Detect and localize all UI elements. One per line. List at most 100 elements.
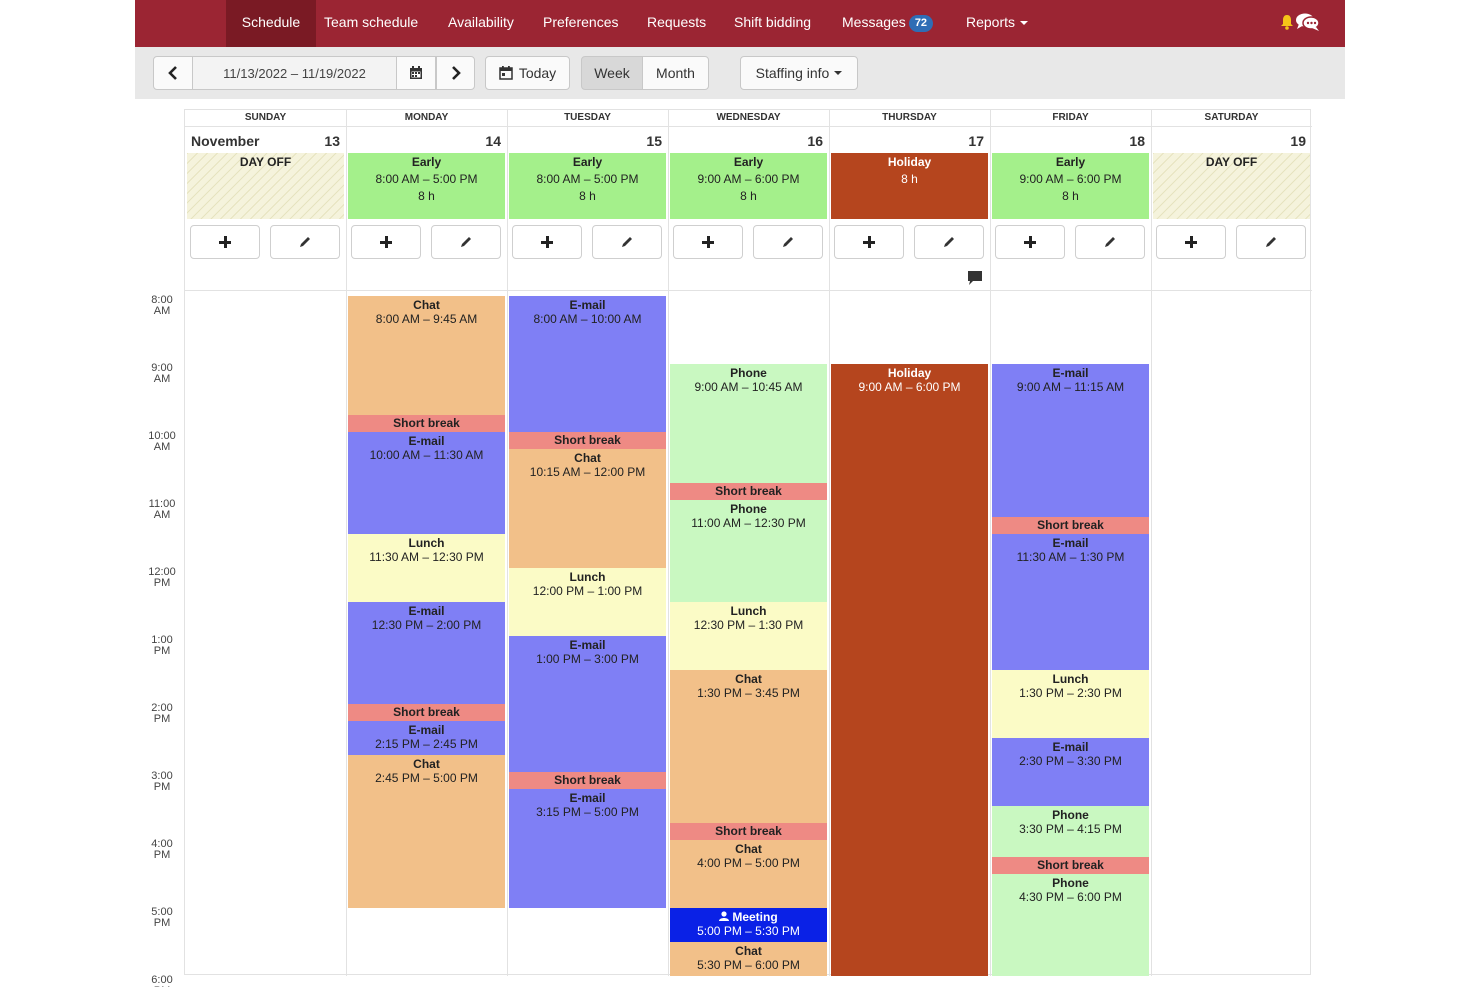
chat-event[interactable]: Chat 5:30 PM – 6:00 PM [670,942,827,976]
chat-event[interactable]: Chat 8:00 AM – 9:45 AM [348,296,505,415]
shift-block-tuesday[interactable]: Early 8:00 AM – 5:00 PM 8 h [509,153,666,219]
day-number[interactable]: 17 [829,133,984,149]
day-number[interactable]: 13 [185,133,340,149]
email-event[interactable]: E-mail 11:30 AM – 1:30 PM [992,534,1149,670]
event-title: Chat [509,451,666,465]
chat-event[interactable]: Chat 2:45 PM – 5:00 PM [348,755,505,908]
event-title: E-mail [992,366,1149,380]
event-title: Phone [670,366,827,380]
meeting-event[interactable]: Meeting 5:00 PM – 5:30 PM [670,908,827,942]
add-shift-button[interactable] [1156,225,1226,259]
hour-label: 3:00 PM [146,771,178,793]
edit-shift-button[interactable] [1075,225,1145,259]
nav-availability[interactable]: Availability [448,0,514,47]
hour-label-meridiem: PM [153,577,171,589]
phone-event[interactable]: Phone 3:30 PM – 4:15 PM [992,806,1149,857]
add-shift-button[interactable] [673,225,743,259]
shift-block-monday[interactable]: Early 8:00 AM – 5:00 PM 8 h [348,153,505,219]
shift-block-saturday[interactable]: DAY OFF [1153,153,1310,219]
short-break-event[interactable]: Short break [670,823,827,840]
edit-shift-button[interactable] [753,225,823,259]
lunch-event[interactable]: Lunch 12:00 PM – 1:00 PM [509,568,666,636]
shift-time: 8:00 AM – 5:00 PM [375,172,478,186]
shift-block-sunday[interactable]: DAY OFF [187,153,344,219]
short-break-event[interactable]: Short break [670,483,827,500]
comment-icon[interactable] [966,270,984,286]
email-event[interactable]: E-mail 9:00 AM – 11:15 AM [992,364,1149,517]
email-event[interactable]: E-mail 8:00 AM – 10:00 AM [509,296,666,432]
email-event[interactable]: E-mail 10:00 AM – 11:30 AM [348,432,505,534]
shift-block-wednesday[interactable]: Early 9:00 AM – 6:00 PM 8 h [670,153,827,219]
chat-event[interactable]: Chat 4:00 PM – 5:00 PM [670,840,827,908]
nav-schedule[interactable]: Schedule [226,0,316,47]
phone-event[interactable]: Phone 9:00 AM – 10:45 AM [670,364,827,483]
email-event[interactable]: E-mail 2:30 PM – 3:30 PM [992,738,1149,806]
plus-icon [863,236,875,248]
add-shift-button[interactable] [512,225,582,259]
day-number[interactable]: 16 [668,133,823,149]
edit-shift-button[interactable] [431,225,501,259]
day-number[interactable]: 14 [346,133,501,149]
email-event[interactable]: E-mail 2:15 PM – 2:45 PM [348,721,505,755]
lunch-event[interactable]: Lunch 12:30 PM – 1:30 PM [670,602,827,670]
add-shift-button[interactable] [995,225,1065,259]
email-event[interactable]: E-mail 12:30 PM – 2:00 PM [348,602,505,704]
edit-shift-button[interactable] [592,225,662,259]
event-title-text: E-mail [408,604,445,618]
event-time: 1:30 PM – 3:45 PM [697,686,800,700]
phone-event[interactable]: Phone 4:30 PM – 6:00 PM [992,874,1149,976]
chat-event[interactable]: Chat 10:15 AM – 12:00 PM [509,449,666,568]
nav-preferences[interactable]: Preferences [543,0,618,47]
event-title: Short break [509,433,666,447]
short-break-event[interactable]: Short break [509,432,666,449]
edit-shift-button[interactable] [914,225,984,259]
holiday-event[interactable]: Holiday 9:00 AM – 6:00 PM [831,364,988,976]
add-shift-button[interactable] [351,225,421,259]
today-button[interactable]: Today [485,56,570,90]
event-title: Chat [348,757,505,771]
event-title-text: Lunch [408,536,445,550]
day-number[interactable]: 15 [507,133,662,149]
add-shift-button[interactable] [190,225,260,259]
week-calendar: November SUNDAY 13 DAY OFF MONDAY 14 Early 8:00… [184,109,1312,976]
phone-event[interactable]: Phone 11:00 AM – 12:30 PM [670,500,827,602]
short-break-event[interactable]: Short break [509,772,666,789]
chat-event[interactable]: Chat 1:30 PM – 3:45 PM [670,670,827,823]
hour-label-meridiem: AM [153,441,171,453]
short-break-event[interactable]: Short break [992,857,1149,874]
lunch-event[interactable]: Lunch 11:30 AM – 12:30 PM [348,534,505,602]
short-break-event[interactable]: Short break [348,704,505,721]
next-week-button[interactable] [436,56,475,90]
nav-team-schedule[interactable]: Team schedule [324,0,418,47]
event-title: Short break [348,416,505,430]
email-event[interactable]: E-mail 1:00 PM – 3:00 PM [509,636,666,772]
day-header-divider [185,126,1312,127]
event-title-text: Short break [715,484,782,498]
shift-block-thursday[interactable]: Holiday 8 h [831,153,988,219]
nav-messages[interactable]: Messages 72 [842,0,934,47]
edit-shift-button[interactable] [1236,225,1306,259]
email-event[interactable]: E-mail 3:15 PM – 5:00 PM [509,789,666,908]
event-title: Short break [509,773,666,787]
date-range-field[interactable]: 11/13/2022 – 11/19/2022 [193,56,396,90]
week-view-button[interactable]: Week [581,56,643,90]
add-shift-button[interactable] [834,225,904,259]
nav-shift-bidding[interactable]: Shift bidding [734,0,811,47]
event-title-text: Short break [1037,518,1104,532]
month-view-button[interactable]: Month [642,56,709,90]
bell-icon[interactable] [1280,14,1294,32]
date-picker-button[interactable] [396,56,436,90]
chat-bubbles-icon[interactable] [1295,12,1321,32]
day-number[interactable]: 18 [990,133,1145,149]
shift-block-friday[interactable]: Early 9:00 AM – 6:00 PM 8 h [992,153,1149,219]
short-break-event[interactable]: Short break [992,517,1149,534]
nav-reports[interactable]: Reports [966,0,1029,47]
previous-week-button[interactable] [153,56,193,90]
short-break-event[interactable]: Short break [348,415,505,432]
nav-requests[interactable]: Requests [647,0,706,47]
staffing-info-dropdown[interactable]: Staffing info [740,56,858,90]
event-title-text: Short break [554,773,621,787]
edit-shift-button[interactable] [270,225,340,259]
lunch-event[interactable]: Lunch 1:30 PM – 2:30 PM [992,670,1149,738]
day-number[interactable]: 19 [1151,133,1306,149]
